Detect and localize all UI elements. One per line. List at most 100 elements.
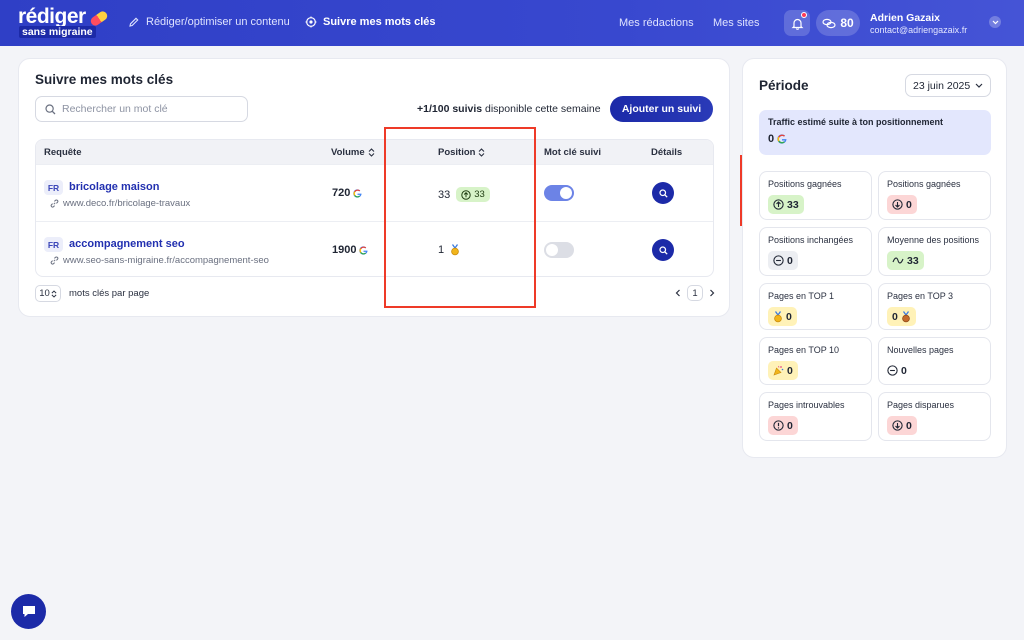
google-icon — [359, 245, 369, 255]
toggle-knob — [546, 244, 558, 256]
stat-pages-not-found: Pages introuvables 0 — [759, 392, 872, 441]
arrow-up-circle-icon — [773, 199, 784, 210]
quota-info: +1/100 suivis disponible cette semaine — [417, 103, 601, 115]
traffic-estimate: Traffic estimé suite à ton positionnemen… — [759, 110, 991, 155]
link-icon — [50, 199, 59, 208]
nav-track-keywords-label: Suivre mes mots clés — [323, 16, 436, 28]
nav-track-keywords[interactable]: Suivre mes mots clés — [305, 16, 436, 28]
annotation-box-position — [384, 127, 536, 308]
page-number[interactable]: 1 — [687, 285, 703, 301]
minus-circle-icon — [887, 365, 898, 376]
nav-write-content[interactable]: Rédiger/optimiser un contenu — [128, 16, 290, 28]
stat-value: 0 — [787, 419, 793, 432]
link-icon — [50, 256, 59, 265]
keyword-url[interactable]: www.deco.fr/bricolage-travaux — [50, 198, 190, 209]
arrow-down-circle-icon — [892, 420, 903, 431]
search-volume-value: 1900 — [332, 244, 357, 256]
stat-value: 0 — [787, 254, 793, 267]
column-volume-label: Volume — [331, 147, 365, 158]
stat-average-position: Moyenne des positions 33 — [878, 227, 991, 276]
stat-badge: 33 — [768, 195, 804, 214]
link-my-sites[interactable]: Mes sites — [713, 17, 759, 29]
chevron-right-icon[interactable] — [709, 289, 715, 297]
table-row: FR bricolage maison www.deco.fr/bricolag… — [36, 164, 713, 221]
bronze-medal-icon — [902, 310, 910, 322]
stat-badge: 0 — [768, 307, 797, 326]
stat-badge: 0 — [887, 195, 917, 214]
stat-value: 0 — [787, 364, 793, 377]
stat-positions-unchanged: Positions inchangées 0 — [759, 227, 872, 276]
stat-badge: 33 — [887, 251, 924, 270]
add-tracking-button[interactable]: Ajouter un suivi — [610, 96, 713, 122]
stat-badge: 0 — [768, 361, 798, 380]
stat-positions-lost: Positions gagnées 0 — [878, 171, 991, 220]
coins-icon — [822, 18, 836, 28]
date-select[interactable]: 23 juin 2025 — [905, 74, 991, 97]
pencil-icon — [129, 17, 139, 27]
stat-positions-gained: Positions gagnées 33 — [759, 171, 872, 220]
language-badge: FR — [44, 180, 63, 195]
details-button[interactable] — [652, 182, 674, 204]
traffic-label: Traffic estimé suite à ton positionnemen… — [768, 117, 944, 127]
notifications-button[interactable] — [784, 10, 810, 36]
credits-badge[interactable]: 80 — [816, 10, 860, 36]
stat-pages-disappeared: Pages disparues 0 — [878, 392, 991, 441]
pill-icon — [89, 9, 109, 28]
alert-circle-icon — [773, 420, 784, 431]
search-volume: 720 — [332, 187, 362, 199]
tracking-toggle[interactable] — [544, 185, 574, 201]
keyword-url[interactable]: www.seo-sans-migraine.fr/accompagnement-… — [50, 255, 269, 266]
per-page-control: 10 mots clés par page — [35, 285, 149, 302]
keyword-link[interactable]: bricolage maison — [69, 181, 159, 193]
details-button[interactable] — [652, 239, 674, 261]
stat-new-pages: Nouvelles pages 0 — [878, 337, 991, 385]
keyword-url-text: www.deco.fr/bricolage-travaux — [63, 198, 191, 209]
chevron-down-icon — [975, 83, 983, 88]
brand-logo[interactable]: rédiger sans migraine — [16, 5, 109, 40]
stat-value: 33 — [787, 198, 799, 211]
stat-top1-pages: Pages en TOP 1 0 — [759, 283, 872, 330]
stat-value: 33 — [907, 254, 919, 267]
nav-write-content-label: Rédiger/optimiser un contenu — [146, 16, 290, 28]
column-volume[interactable]: Volume — [331, 147, 375, 158]
stat-label: Positions gagnées — [768, 179, 842, 189]
pagination: 1 — [675, 285, 715, 301]
period-title: Période — [759, 78, 809, 93]
stat-label: Pages disparues — [887, 400, 955, 410]
target-icon — [305, 16, 317, 28]
user-menu-chevron-icon[interactable] — [989, 16, 1001, 28]
stat-badge: 0 — [768, 251, 798, 270]
chat-button[interactable] — [11, 594, 46, 629]
link-my-writings[interactable]: Mes rédactions — [619, 17, 694, 29]
search-icon — [658, 188, 668, 198]
keyword-tracking-card: Suivre mes mots clés +1/100 suivis dispo… — [18, 58, 730, 317]
traffic-value: 0 — [768, 133, 787, 145]
stat-top3-pages: Pages en TOP 3 0 — [878, 283, 991, 330]
tracking-toggle[interactable] — [544, 242, 574, 258]
stat-label: Pages en TOP 1 — [768, 291, 835, 301]
search-volume-value: 720 — [332, 187, 351, 199]
table-row: FR accompagnement seo www.seo-sans-migra… — [36, 221, 713, 276]
wave-icon — [892, 257, 904, 264]
stat-label: Positions inchangées — [768, 235, 854, 245]
chevron-left-icon[interactable] — [675, 289, 681, 297]
per-page-select[interactable]: 10 — [35, 285, 61, 302]
arrow-down-circle-icon — [892, 199, 903, 210]
keyword-link[interactable]: accompagnement seo — [69, 238, 185, 250]
user-name[interactable]: Adrien Gazaix — [870, 12, 940, 24]
per-page-label: mots clés par page — [69, 288, 150, 299]
stat-label: Nouvelles pages — [887, 345, 954, 355]
party-popper-icon — [773, 365, 784, 376]
chat-icon — [22, 606, 35, 617]
brand-logo-line2: sans migraine — [19, 26, 96, 38]
search-icon — [658, 245, 668, 255]
stat-badge: 0 — [887, 307, 916, 326]
search-input[interactable] — [62, 103, 232, 115]
date-select-value: 23 juin 2025 — [913, 79, 971, 92]
brand-logo-line1: rédiger — [18, 5, 86, 28]
column-query: Requête — [44, 147, 82, 158]
google-icon — [777, 134, 787, 144]
user-email: contact@adriengazaix.fr — [870, 25, 968, 35]
search-box[interactable] — [35, 96, 248, 122]
keywords-table: Requête Volume Position Mot clé suivi Dé… — [35, 139, 714, 277]
